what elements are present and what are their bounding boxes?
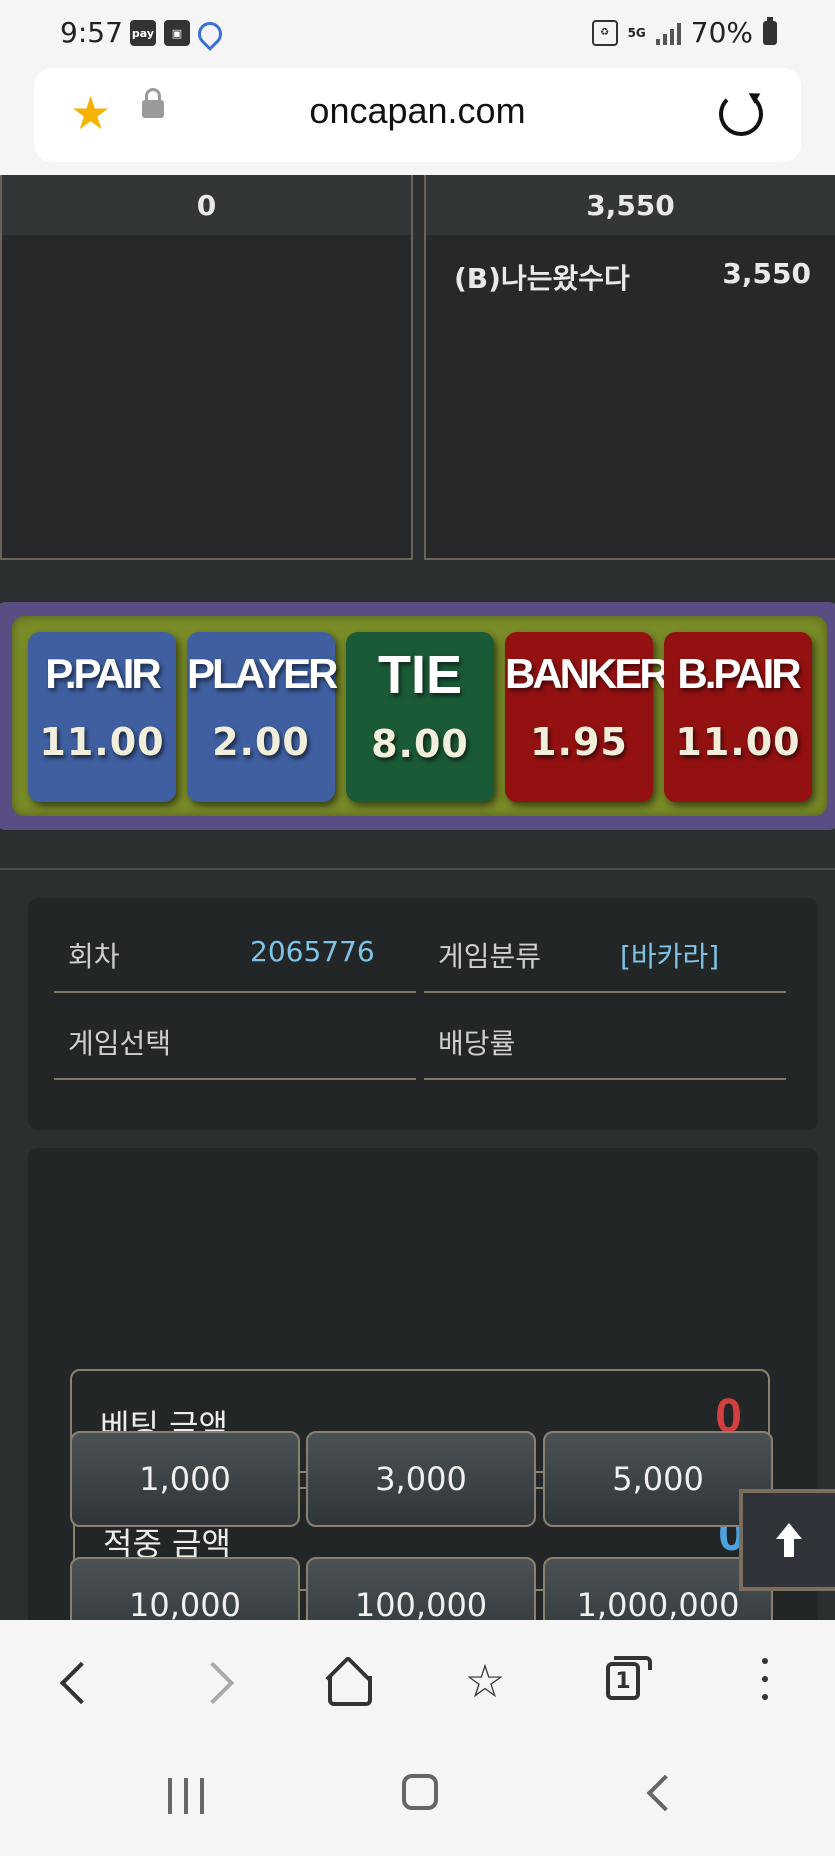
odds-value: 8.00 <box>371 722 469 766</box>
url-text[interactable]: oncapan.com <box>34 90 801 132</box>
chip-button-100000[interactable]: 100,000 <box>306 1557 536 1620</box>
browser-toolbar: ★ oncapan.com <box>0 68 835 175</box>
gallery-icon: ▣ <box>164 20 190 46</box>
browser-nav-bar: ☆ 1 <box>0 1620 835 1740</box>
round-label: 회차 <box>68 940 120 973</box>
odds-value: 11.00 <box>39 720 165 764</box>
bettor-name: (B)나는왔수다 <box>454 262 630 295</box>
odds-board: P.PAIR 11.00 PLAYER 2.00 TIE 8.00 BANKER… <box>0 602 835 830</box>
more-vert-icon <box>762 1658 768 1664</box>
bettor-row: (B)나는왔수다 3,550 <box>426 235 835 297</box>
bettor-amount: 3,550 <box>722 257 811 290</box>
forward-button[interactable] <box>191 1656 242 1706</box>
pay-icon: pay <box>130 20 156 46</box>
battery-percent: 70% <box>690 16 753 49</box>
system-nav-bar <box>0 1740 835 1856</box>
odds-button-banker[interactable]: BANKER 1.95 <box>505 632 670 802</box>
odds-name: TIE <box>377 645 462 705</box>
status-system-icons: ♻ 5G 70% <box>591 16 777 49</box>
chip-button-3000[interactable]: 3,000 <box>306 1431 536 1527</box>
scroll-to-top-button[interactable] <box>739 1489 835 1591</box>
banker-side-bets-panel: 3,550 (B)나는왔수다 3,550 <box>424 175 835 560</box>
odds-button-p-pair[interactable]: P.PAIR 11.00 <box>28 632 176 802</box>
right-total: 3,550 <box>426 175 835 235</box>
home-button[interactable] <box>324 1655 374 1706</box>
recent-apps-button[interactable] <box>168 1778 204 1814</box>
status-notification-icons: pay ▣ <box>130 17 227 51</box>
category-value: [바카라] <box>620 940 720 973</box>
data-saver-icon: ♻ <box>591 19 618 46</box>
tabs-button[interactable]: 1 <box>600 1656 652 1706</box>
chevron-right-icon <box>191 1661 235 1705</box>
chip-button-1000[interactable]: 1,000 <box>70 1431 300 1527</box>
network-type: 5G <box>627 25 646 40</box>
chevron-left-icon <box>59 1661 103 1705</box>
selection-label: 게임선택 <box>68 1027 172 1060</box>
battery-icon <box>763 16 777 45</box>
odds-name: BANKER <box>505 650 670 697</box>
arrow-up-icon <box>772 1523 806 1557</box>
reload-icon[interactable] <box>719 92 763 136</box>
menu-button[interactable] <box>740 1656 790 1706</box>
odds-button-b-pair[interactable]: B.PAIR 11.00 <box>664 632 812 802</box>
odds-name: B.PAIR <box>677 650 801 697</box>
player-side-bets-panel: 0 <box>0 175 413 560</box>
odds-value: 11.00 <box>675 720 801 764</box>
system-home-button[interactable] <box>402 1774 438 1810</box>
map-pin-icon <box>193 17 227 51</box>
odds-value: 1.95 <box>530 720 628 764</box>
odds-button-player[interactable]: PLAYER 2.00 <box>187 632 339 802</box>
odds-name: PLAYER <box>187 650 339 697</box>
bookmarks-button[interactable]: ☆ <box>460 1656 510 1706</box>
odds-rate-cell: 배당률 <box>424 994 786 1080</box>
page-content: 0 3,550 (B)나는왔수다 3,550 P.PAIR 11.00 PLAY… <box>0 175 835 1620</box>
category-cell: 게임분류 [바카라] <box>424 907 786 993</box>
category-label: 게임분류 <box>438 940 542 973</box>
signal-icon <box>655 21 681 45</box>
odds-board-inner: P.PAIR 11.00 PLAYER 2.00 TIE 8.00 BANKER… <box>12 616 827 816</box>
status-time: 9:57 <box>60 16 123 49</box>
system-back-button[interactable] <box>646 1774 684 1812</box>
chip-button-10000[interactable]: 10,000 <box>70 1557 300 1620</box>
left-total: 0 <box>2 175 411 235</box>
odds-value: 2.00 <box>212 720 310 764</box>
home-icon-body <box>328 1676 372 1706</box>
odds-rate-label: 배당률 <box>438 1027 516 1060</box>
status-bar: 9:57 pay ▣ ♻ 5G 70% <box>0 0 835 68</box>
back-button[interactable] <box>50 1656 103 1706</box>
tabs-icon: 1 <box>606 1656 652 1700</box>
address-bar[interactable]: ★ oncapan.com <box>34 68 801 162</box>
odds-button-tie[interactable]: TIE 8.00 <box>346 632 494 802</box>
game-info-panel: 회차 2065776 게임분류 [바카라] 게임선택 배당률 <box>28 898 818 1130</box>
odds-name: P.PAIR <box>45 650 162 697</box>
bet-panel: 베팅 금액 0 적중 금액 0 <box>28 1148 818 1620</box>
bookmark-star-icon: ☆ <box>464 1654 506 1708</box>
round-value: 2065776 <box>250 935 375 968</box>
divider <box>0 868 835 870</box>
selection-cell: 게임선택 <box>54 994 416 1080</box>
round-cell: 회차 2065776 <box>54 907 416 993</box>
